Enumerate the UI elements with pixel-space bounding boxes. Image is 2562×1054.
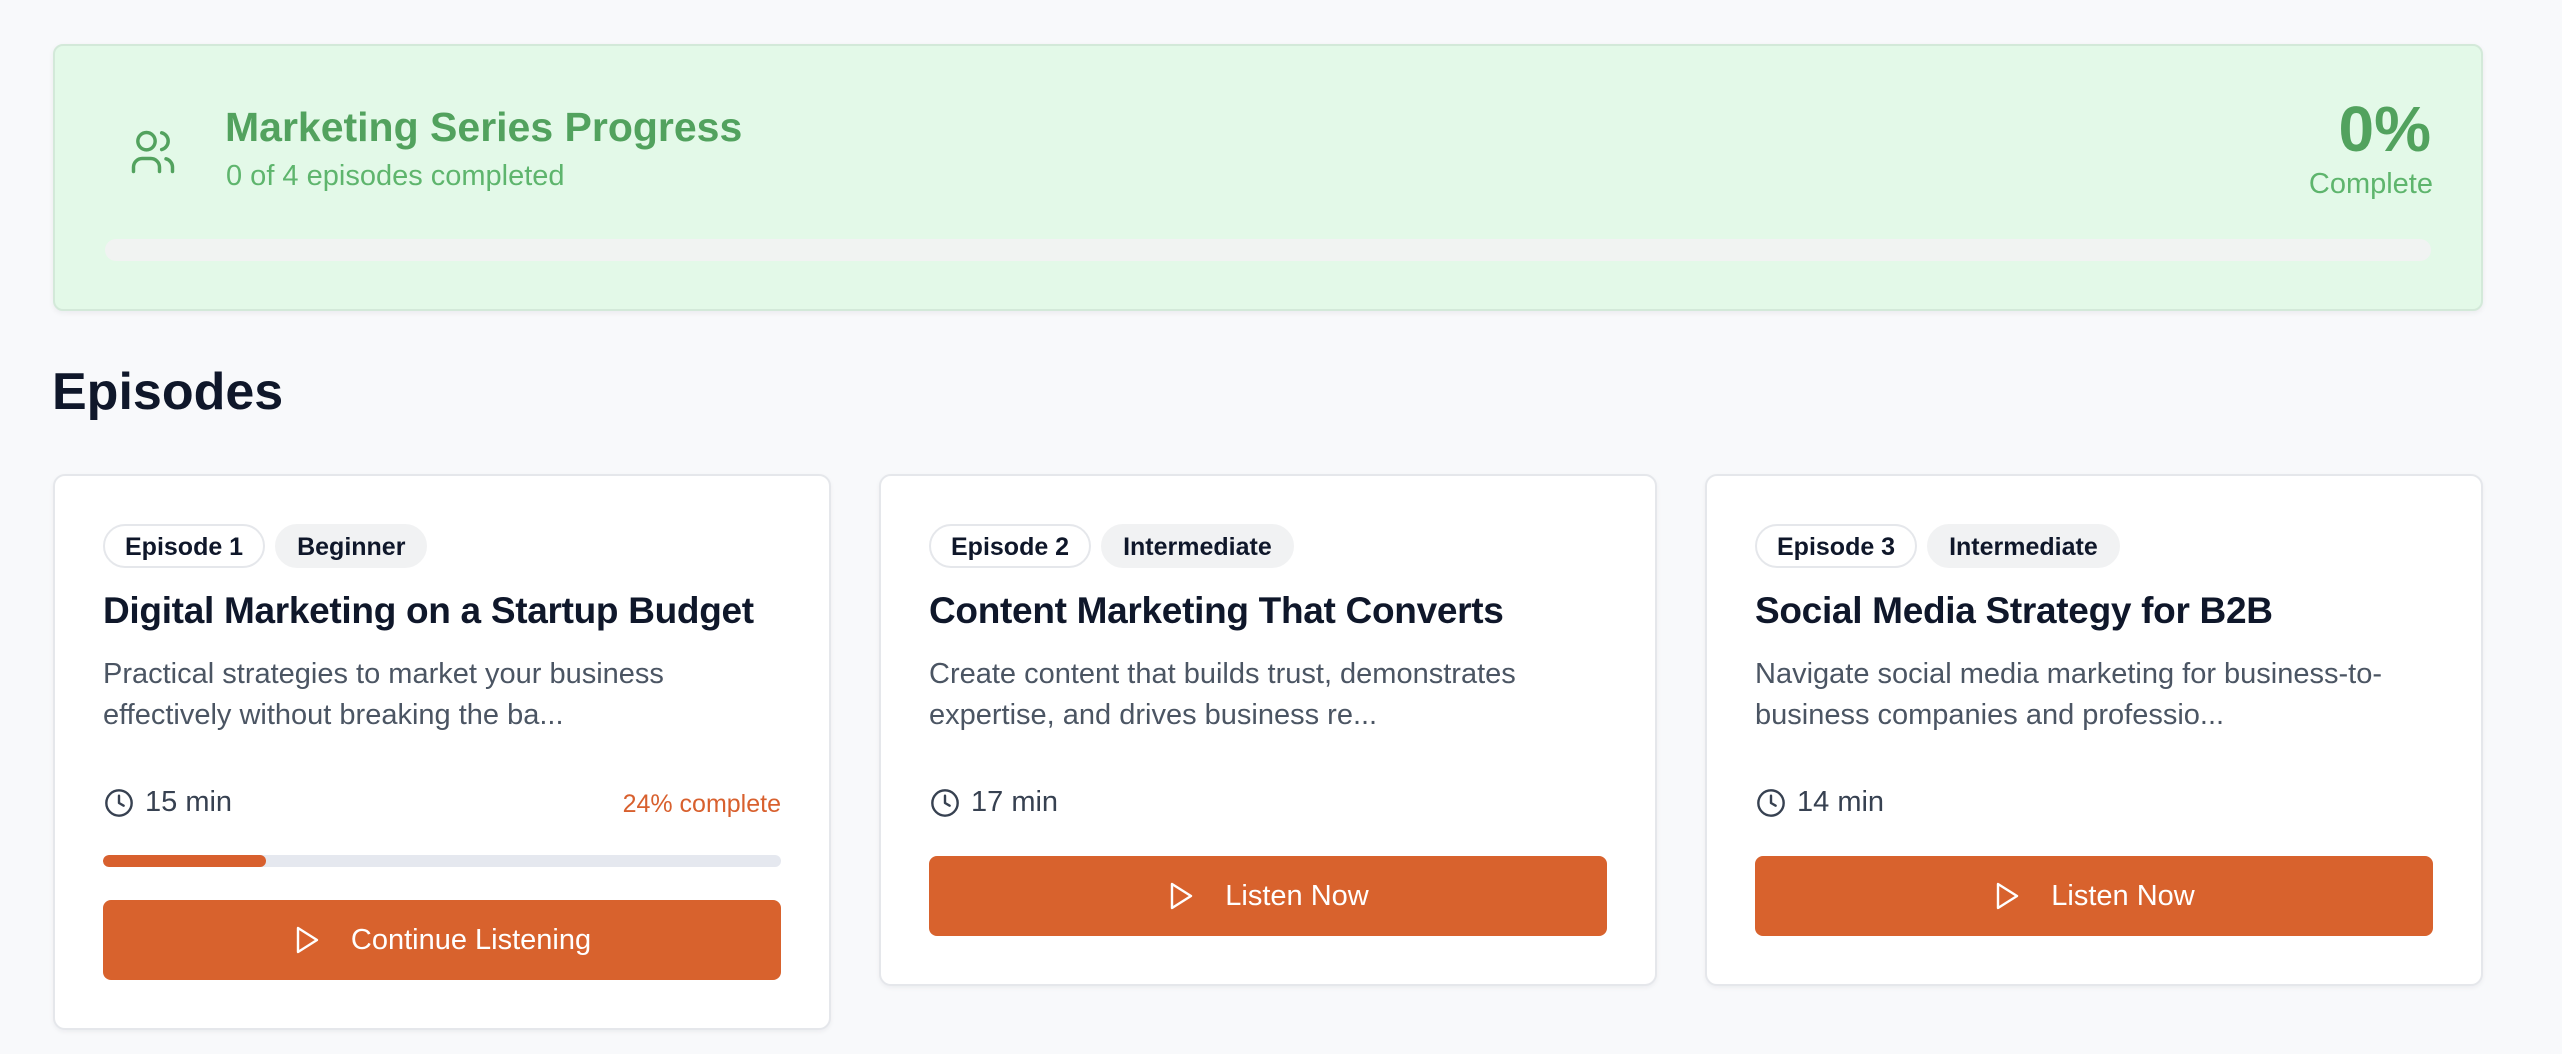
episode-level-badge: Intermediate bbox=[1927, 524, 2120, 568]
episodes-heading: Episodes bbox=[52, 363, 284, 421]
episode-description: Create content that builds trust, demons… bbox=[929, 658, 1516, 731]
episode-duration-label: 15 min bbox=[145, 786, 233, 818]
play-icon bbox=[1167, 881, 1195, 911]
episode-description: Practical strategies to market your busi… bbox=[103, 658, 664, 731]
clock-icon bbox=[103, 787, 135, 819]
users-icon bbox=[127, 126, 179, 178]
episode-number-badge: Episode 2 bbox=[929, 524, 1092, 568]
episode-duration-label: 17 min bbox=[971, 786, 1059, 818]
continue-listening-button[interactable]: Continue Listening bbox=[103, 900, 781, 980]
series-progress-title: Marketing Series Progress bbox=[225, 104, 743, 150]
play-icon bbox=[293, 925, 321, 955]
play-icon bbox=[1993, 881, 2021, 911]
episode-card: Episode 1 Beginner Digital Marketing on … bbox=[53, 474, 831, 1030]
page: Marketing Series Progress 0 of 4 episode… bbox=[0, 0, 2562, 1054]
episode-duration-label: 14 min bbox=[1797, 786, 1885, 818]
episode-level-badge: Intermediate bbox=[1101, 524, 1294, 568]
listen-now-label: Listen Now bbox=[1225, 879, 1369, 912]
episode-badges: Episode 1 Beginner bbox=[103, 524, 428, 568]
series-progress-percent: 0% bbox=[2338, 93, 2432, 165]
episode-number-badge: Episode 1 bbox=[103, 524, 266, 568]
clock-icon bbox=[1755, 787, 1787, 819]
episode-title: Digital Marketing on a Startup Budget bbox=[103, 590, 754, 631]
episode-number-badge: Episode 3 bbox=[1755, 524, 1918, 568]
episode-progress-bar bbox=[103, 855, 781, 867]
continue-listening-label: Continue Listening bbox=[350, 923, 592, 956]
episode-level-badge: Beginner bbox=[275, 524, 428, 568]
episode-duration: 14 min bbox=[1755, 786, 1884, 819]
listen-now-button[interactable]: Listen Now bbox=[929, 856, 1607, 936]
series-progress-bar bbox=[105, 239, 2431, 261]
series-progress-subtitle: 0 of 4 episodes completed bbox=[226, 160, 565, 192]
listen-now-button[interactable]: Listen Now bbox=[1755, 856, 2433, 936]
episode-badges: Episode 3 Intermediate bbox=[1755, 524, 2120, 568]
episode-card: Episode 3 Intermediate Social Media Stra… bbox=[1705, 474, 2483, 986]
episode-title: Social Media Strategy for B2B bbox=[1755, 590, 2273, 631]
episode-duration: 17 min bbox=[929, 786, 1058, 819]
series-progress-percent-label: Complete bbox=[2308, 168, 2433, 200]
episode-title: Content Marketing That Converts bbox=[929, 590, 1504, 631]
episode-card: Episode 2 Intermediate Content Marketing… bbox=[879, 474, 1657, 986]
series-progress-panel: Marketing Series Progress 0 of 4 episode… bbox=[53, 44, 2483, 311]
episode-duration: 15 min bbox=[103, 786, 232, 819]
episode-progress-bar-fill bbox=[103, 855, 266, 867]
listen-now-label: Listen Now bbox=[2051, 879, 2195, 912]
clock-icon bbox=[929, 787, 961, 819]
episode-progress-text: 24% complete bbox=[622, 790, 781, 818]
episode-description: Navigate social media marketing for busi… bbox=[1755, 658, 2382, 731]
episode-badges: Episode 2 Intermediate bbox=[929, 524, 1294, 568]
